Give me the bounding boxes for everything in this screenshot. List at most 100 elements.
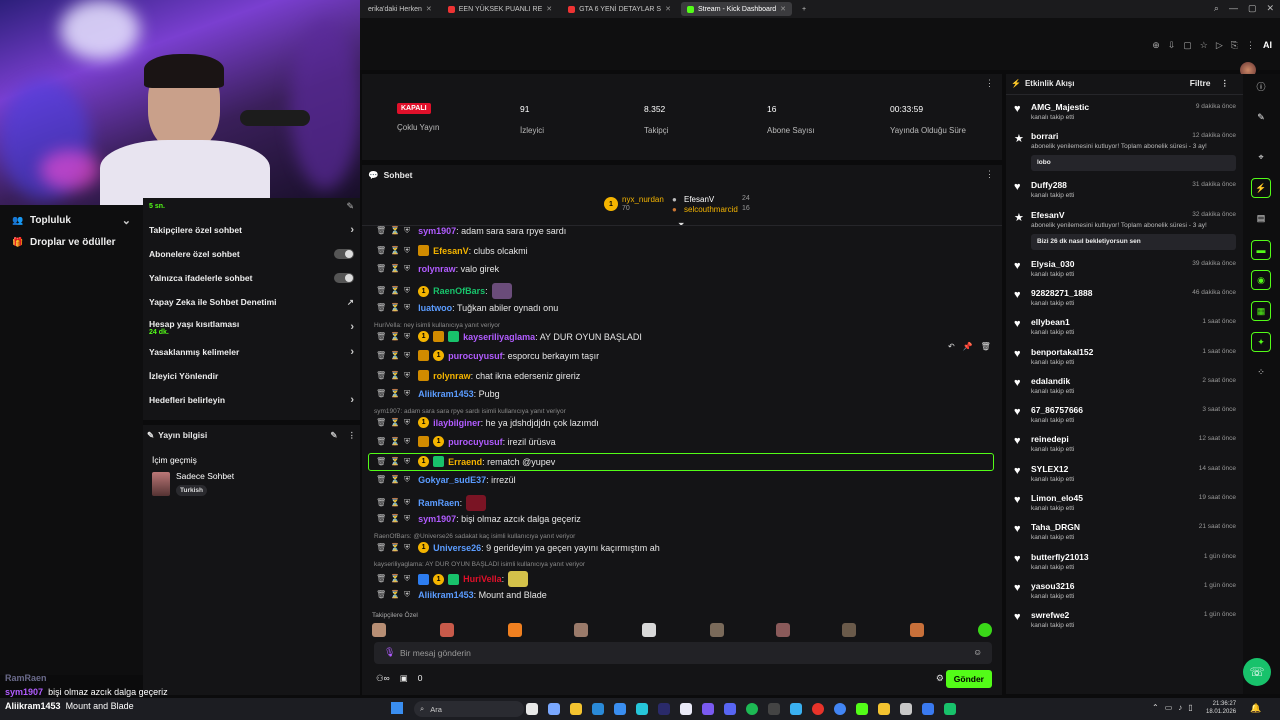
chat-username[interactable]: purocuyusuf (448, 437, 503, 447)
feed-username[interactable]: SYLEX12 (1031, 464, 1068, 474)
pin-icon[interactable]: ⇩ (1168, 40, 1176, 51)
emote[interactable] (710, 623, 724, 637)
moderation-icons[interactable]: 🗑⏳⛨ (376, 514, 414, 524)
app-icon[interactable] (944, 703, 956, 715)
support-button[interactable]: ☏ (1243, 658, 1271, 686)
browser-tab[interactable]: GTA 6 YENİ DETAYLAR S ✕ (562, 2, 677, 16)
feed-username[interactable]: borrari (1031, 131, 1058, 141)
folder-icon[interactable] (570, 703, 582, 715)
notification-icon[interactable]: 🔔 (1250, 703, 1261, 714)
taskbar-search[interactable]: ⌕ Ara (414, 701, 524, 717)
chat-emote[interactable] (508, 571, 529, 587)
chat-message[interactable]: 🗑⏳⛨ luatwoo: Tuğkan abiler oynadı onu (376, 303, 558, 313)
feed-username[interactable]: 67_86757666 (1031, 405, 1083, 415)
pin-icon[interactable]: 📌 (963, 342, 973, 351)
feed-username[interactable]: ellybean1 (1031, 317, 1070, 327)
chat-username[interactable]: rolynraw (418, 264, 456, 274)
chat-username[interactable]: Universe26 (433, 543, 481, 553)
chat-username[interactable]: kayseriliyaglama (463, 332, 535, 342)
chat-message[interactable]: 🗑⏳⛨ 1 HuriVella: (376, 571, 529, 587)
reply-icon[interactable]: ↶ (948, 342, 955, 351)
moderation-icons[interactable]: 🗑⏳⛨ (376, 264, 414, 274)
app-icon[interactable] (922, 703, 934, 715)
chat-message[interactable]: 🗑⏳⛨ EfesanV: clubs olcakmi (376, 245, 528, 256)
feed-username[interactable]: Limon_elo45 (1031, 493, 1083, 503)
browser-tab[interactable]: EEN YÜKSEK PUANLI RE ✕ (442, 2, 558, 16)
menu-icon[interactable]: ⋮ (1221, 78, 1230, 89)
setting-host-redirect[interactable]: İzleyici Yönlendir (143, 364, 360, 388)
menu-icon[interactable]: ⋮ (348, 430, 357, 441)
app-icon[interactable] (548, 703, 560, 715)
star-icon[interactable]: ☆ (1200, 40, 1208, 51)
emote[interactable] (642, 623, 656, 637)
delete-icon[interactable]: 🗑 (981, 342, 991, 351)
moderation-icons[interactable]: 🗑⏳⛨ (376, 574, 414, 584)
chat-username[interactable]: Gokyar_sudE37 (418, 475, 486, 485)
chat-message[interactable]: 🗑⏳⛨ sym1907: bişi olmaz azcık dalga geçer… (376, 514, 581, 524)
moderation-icons[interactable]: 🗑⏳⛨ (376, 437, 414, 447)
moderation-icons[interactable]: 🗑⏳⛨ (376, 371, 414, 381)
feed-username[interactable]: swrefwe2 (1031, 610, 1069, 620)
menu-icon[interactable]: ⋮ (985, 78, 994, 89)
moderation-icons[interactable]: 🗑⏳⛨ (376, 543, 414, 553)
sidebar-item-drops[interactable]: 🎁 Droplar ve ödüller (0, 231, 143, 253)
chat-message[interactable]: 🗑⏳⛨ Aliikram1453: Pubg (376, 389, 500, 399)
emote[interactable] (842, 623, 856, 637)
pencil-icon[interactable]: ✎ (1251, 107, 1271, 127)
chat-message[interactable]: 🗑⏳⛨ 1 Universe26: 9 gerideyim ya geçen yay… (376, 542, 660, 553)
feed-username[interactable]: 92828271_1888 (1031, 288, 1092, 298)
chat-message[interactable]: 🗑⏳⛨ 1 purocuyusuf: esporcu berkayım taşır (376, 350, 599, 361)
setting-goals[interactable]: Hedefleri belirleyin › (143, 388, 360, 412)
box-icon[interactable]: ▢ (1183, 40, 1192, 51)
chat-input[interactable]: 🎙 Bir mesaj gönderin ☺ (374, 642, 992, 664)
moderation-icons[interactable]: 🗑⏳⛨ (376, 389, 414, 399)
discord-icon[interactable] (724, 703, 736, 715)
moderation-icons[interactable]: 🗑⏳⛨ (376, 246, 414, 256)
feed-username[interactable]: yasou3216 (1031, 581, 1074, 591)
spotify-icon[interactable] (746, 703, 758, 715)
emote-only-toggle[interactable] (334, 273, 354, 283)
infinity-icon[interactable]: ⚇∞ (376, 673, 390, 684)
server-icon[interactable]: ▦ (1251, 301, 1271, 321)
chat-message[interactable]: 🗑⏳⛨ Aliikram1453: Mount and Blade (376, 590, 547, 600)
close-icon[interactable]: ✕ (1266, 3, 1274, 14)
chat-message[interactable]: 🗑⏳⛨ 1 kayseriliyaglama: AY DUR OYUN BAŞLAD… (376, 331, 642, 342)
chat-message[interactable]: 🗑⏳⛨ RamRaen: (376, 495, 487, 511)
emote[interactable] (440, 623, 454, 637)
app-icon[interactable] (614, 703, 626, 715)
close-icon[interactable]: ✕ (665, 5, 671, 13)
close-icon[interactable]: ✕ (780, 5, 786, 13)
moderation-icons[interactable]: 🗑⏳⛨ (376, 351, 414, 361)
menu-icon[interactable]: ⋮ (985, 169, 994, 180)
emote[interactable] (910, 623, 924, 637)
battery-icon[interactable]: ▯ (1188, 703, 1192, 712)
chat-emote[interactable] (491, 283, 512, 299)
feed-username[interactable]: AMG_Majestic (1031, 102, 1089, 112)
chat-username[interactable]: rolynraw (433, 371, 471, 381)
feed-username[interactable]: reinedepi (1031, 434, 1069, 444)
feed-username[interactable]: Taha_DRGN (1031, 522, 1080, 532)
app-icon[interactable] (680, 703, 692, 715)
chat-username[interactable]: Aliikram1453 (418, 590, 474, 600)
setting-ai-moderation[interactable]: Yapay Zeka ile Sohbet Denetimi ↗ (143, 290, 360, 314)
setting-followers-only[interactable]: Takipçilere özel sohbet › (143, 218, 360, 242)
app-icon[interactable] (702, 703, 714, 715)
moderation-icons[interactable]: 🗑⏳⛨ (376, 303, 414, 313)
chrome-icon[interactable] (834, 703, 846, 715)
menu-icon[interactable]: ⋮ (1246, 40, 1255, 51)
chat-message[interactable]: 🗑⏳⛨ 1 ilaybilginer: he ya jdshdjdjdn çok l… (376, 417, 599, 428)
chevron-up-icon[interactable]: ⌃ (1152, 703, 1159, 712)
network-icon[interactable]: ▭ (1165, 703, 1173, 712)
browser-tab-active[interactable]: Stream - Kick Dashboard ✕ (680, 2, 793, 16)
maximize-icon[interactable]: ▢ (1248, 3, 1257, 14)
chat-emote[interactable] (466, 495, 487, 511)
clock[interactable]: 21:36:27 18.01.2026 (1206, 700, 1236, 716)
bolt-icon[interactable]: ⚡ (1251, 178, 1271, 198)
mic-icon[interactable]: 🎙 (384, 647, 395, 658)
document-icon[interactable]: ▤ (1251, 208, 1271, 228)
zoom-icon[interactable]: ⊕ (1152, 40, 1160, 51)
moderation-icons[interactable]: 🗑⏳⛨ (376, 475, 414, 485)
bookmark-icon[interactable]: ⎘ (1231, 40, 1238, 51)
chat-username[interactable]: luatwoo (418, 303, 452, 313)
emoji-icon[interactable]: ☺ (973, 647, 982, 657)
